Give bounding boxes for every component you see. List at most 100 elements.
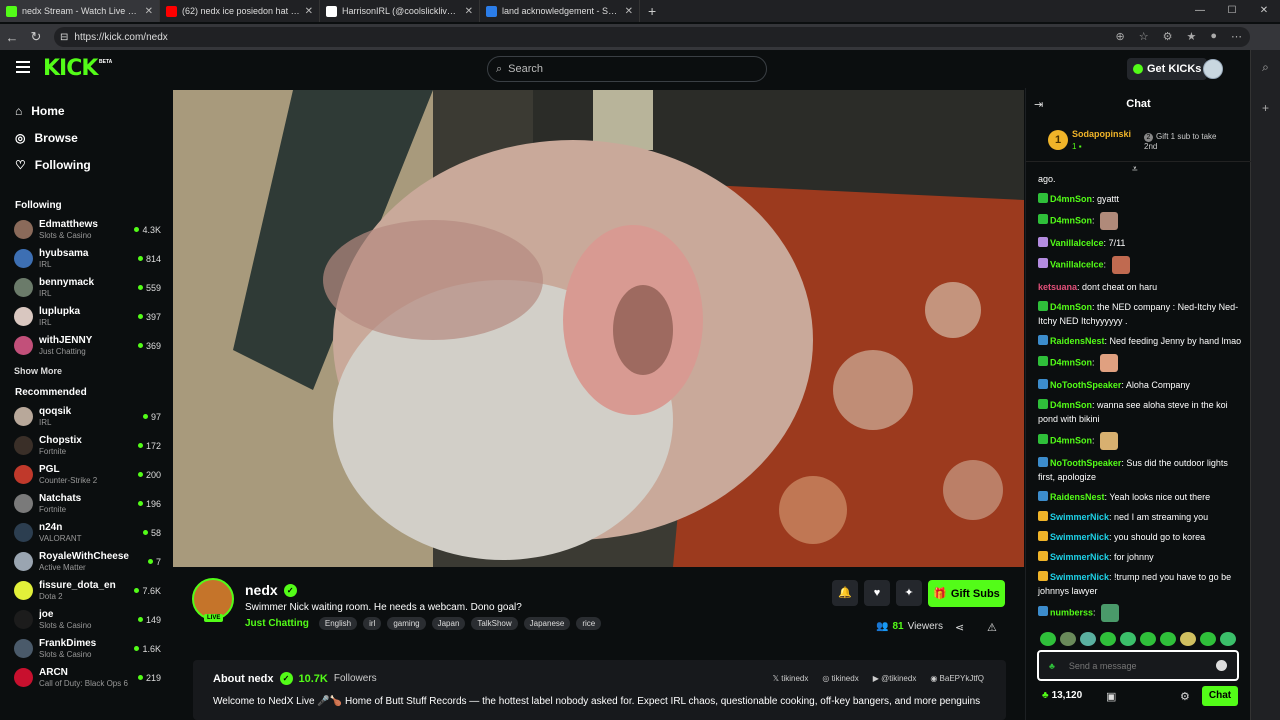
chat-username[interactable]: SwimmerNick <box>1050 532 1109 542</box>
get-kicks-button[interactable]: Get KICKs <box>1127 58 1208 80</box>
kick-logo[interactable]: KICK <box>43 56 98 81</box>
chat-username[interactable]: D4mnSon <box>1050 302 1092 312</box>
chat-username[interactable]: D4mnSon <box>1050 357 1092 367</box>
x-link[interactable]: 𝕏 tikinedx <box>773 674 809 683</box>
sidebar-channel-withjenny[interactable]: withJENNY Just Chatting 369 <box>0 331 172 360</box>
extensions-icon[interactable]: ⚙ <box>1163 30 1173 43</box>
emote-shortcut-icon[interactable] <box>1200 632 1216 646</box>
sidebar-channel-natchats[interactable]: Natchats Fortnite 196 <box>0 489 172 518</box>
close-window-button[interactable]: ✕ <box>1248 0 1280 22</box>
sidebar-channel-edmatthews[interactable]: Edmatthews Slots & Casino 4.3K <box>0 215 172 244</box>
tag-chip[interactable]: TalkShow <box>471 617 518 630</box>
browser-tab[interactable]: land acknowledgement - Search ✕ <box>480 0 640 22</box>
sidebar-channel-n24n[interactable]: n24n VALORANT 58 <box>0 518 172 547</box>
favorites-icon[interactable]: ★ <box>1186 30 1196 43</box>
send-chat-button[interactable]: Chat <box>1202 686 1238 706</box>
read-aloud-icon[interactable]: ⊕ <box>1116 30 1125 43</box>
back-icon[interactable]: ← <box>0 30 24 45</box>
emote-shortcut-icon[interactable] <box>1040 632 1056 646</box>
chat-username[interactable]: D4mnSon <box>1050 400 1092 410</box>
site-info-icon[interactable]: ⊟ <box>60 32 68 43</box>
chat-username[interactable]: ketsuana <box>1038 282 1077 292</box>
chat-username[interactable]: SwimmerNick <box>1050 572 1109 582</box>
share-icon[interactable]: ⋖ <box>955 621 964 634</box>
address-bar[interactable]: ⊟ https://kick.com/nedx ⊕ ☆ ⚙ ★ ● ⋯ <box>54 27 1250 47</box>
user-avatar[interactable] <box>1203 59 1223 79</box>
chat-username[interactable]: D4mnSon <box>1050 194 1092 204</box>
sidebar-channel-fissure_dota_en[interactable]: fissure_dota_en Dota 2 7.6K <box>0 576 172 605</box>
emote-shortcut-icon[interactable] <box>1140 632 1156 646</box>
emote-shortcut-icon[interactable] <box>1120 632 1136 646</box>
sidebar-channel-joe[interactable]: joe Slots & Casino 149 <box>0 605 172 634</box>
new-tab-button[interactable]: + <box>640 3 664 19</box>
sidebar-channel-bennymack[interactable]: bennymack IRL 559 <box>0 273 172 302</box>
chat-settings-icon[interactable]: ⚙ <box>1180 690 1190 703</box>
sidebar-channel-qoqsik[interactable]: qoqsik IRL 97 <box>0 402 172 431</box>
tag-chip[interactable]: rice <box>576 617 602 630</box>
chat-input[interactable]: ♣ Send a message <box>1037 650 1239 681</box>
maximize-button[interactable]: ☐ <box>1216 0 1248 22</box>
chat-username[interactable]: VanillaIceIce <box>1050 238 1104 248</box>
chat-username[interactable]: SwimmerNick <box>1050 512 1109 522</box>
sidebar-channel-pgl[interactable]: PGL Counter-Strike 2 200 <box>0 460 172 489</box>
tag-chip[interactable]: Japanese <box>523 617 571 630</box>
emote-shortcut-icon[interactable] <box>1220 632 1236 646</box>
add-icon[interactable]: + <box>1251 101 1280 115</box>
emote-shortcut-icon[interactable] <box>1080 632 1096 646</box>
chat-username[interactable]: RaidensNest <box>1050 336 1105 346</box>
emote-shortcut-icon[interactable] <box>1060 632 1076 646</box>
boost-button[interactable]: ✦ <box>896 580 922 606</box>
chat-username[interactable]: NoToothSpeaker <box>1050 458 1121 468</box>
sidebar-channel-chopstix[interactable]: Chopstix Fortnite 172 <box>0 431 172 460</box>
tab-close-icon[interactable]: ✕ <box>465 6 473 17</box>
search-input[interactable]: ⌕ Search <box>487 56 767 82</box>
profile-icon[interactable]: ● <box>1210 30 1217 43</box>
nav-following[interactable]: ♡ Following <box>0 151 172 178</box>
emote-shortcut-icon[interactable] <box>1100 632 1116 646</box>
chat-username[interactable]: D4mnSon <box>1050 215 1092 225</box>
tab-close-icon[interactable]: ✕ <box>305 6 313 17</box>
reload-icon[interactable]: ↻ <box>24 29 48 45</box>
search-icon[interactable]: ⌕ <box>1251 60 1280 75</box>
chat-username[interactable]: D4mnSon <box>1050 435 1092 445</box>
browser-tab[interactable]: HarrisonIRL (@coolslicklive) / X ✕ <box>320 0 480 22</box>
tag-chip[interactable]: Japan <box>431 617 466 630</box>
tab-close-icon[interactable]: ✕ <box>145 6 153 17</box>
sidebar-channel-luplupka[interactable]: luplupka IRL 397 <box>0 302 172 331</box>
tag-chip[interactable]: gaming <box>387 617 426 630</box>
minimize-button[interactable]: — <box>1184 0 1216 22</box>
emote-shortcut-icon[interactable] <box>1160 632 1176 646</box>
favorite-star-icon[interactable]: ☆ <box>1139 30 1149 43</box>
tab-close-icon[interactable]: ✕ <box>625 6 633 17</box>
tag-chip[interactable]: irl <box>363 617 382 630</box>
instagram-link[interactable]: ◎ tikinedx <box>822 674 858 683</box>
sidebar-channel-arcn[interactable]: ARCN Call of Duty: Black Ops 6 219 <box>0 663 172 692</box>
store-icon[interactable]: ▣ <box>1106 690 1116 703</box>
hamburger-menu-icon[interactable] <box>16 61 30 75</box>
chat-username[interactable]: NoToothSpeaker <box>1050 380 1121 390</box>
chat-username[interactable]: SwimmerNick <box>1050 552 1109 562</box>
nav-browse[interactable]: ◎ Browse <box>0 124 172 151</box>
video-player[interactable] <box>173 90 1024 567</box>
category-link[interactable]: Just Chatting <box>245 618 309 629</box>
browser-tab[interactable]: nedx Stream - Watch Live on Kick ✕ <box>0 0 160 22</box>
notification-bell-button[interactable]: 🔔 <box>832 580 858 606</box>
streamer-name[interactable]: nedx ✓ <box>245 582 297 598</box>
sidebar-channel-frankdimes[interactable]: FrankDimes Slots & Casino 1.6K <box>0 634 172 663</box>
browser-tab[interactable]: (62) nedx ice posiedon hat - YouTube ✕ <box>160 0 320 22</box>
sidebar-channel-hyubsama[interactable]: hyubsama IRL 814 <box>0 244 172 273</box>
report-icon[interactable]: ⚠ <box>987 621 997 634</box>
discord-link[interactable]: ◉ BaEPYkJtfQ <box>930 674 984 683</box>
tag-chip[interactable]: English <box>318 617 358 630</box>
show-more-button[interactable]: Show More <box>0 360 172 382</box>
chat-username[interactable]: VanillaIceIce <box>1050 259 1104 269</box>
chat-username[interactable]: numberss <box>1050 607 1093 617</box>
gift-subs-button[interactable]: 🎁 Gift Subs <box>928 580 1005 607</box>
nav-home[interactable]: ⌂ Home <box>0 97 172 124</box>
chat-username[interactable]: RaidensNest <box>1050 492 1105 502</box>
follow-button[interactable]: ♥ <box>864 580 890 606</box>
emote-shortcut-icon[interactable] <box>1180 632 1196 646</box>
channel-points[interactable]: ♣ 13,120 <box>1042 690 1082 701</box>
sidebar-channel-royalewithcheese[interactable]: RoyaleWithCheese Active Matter 7 <box>0 547 172 576</box>
pinned-user[interactable]: Sodapopinski <box>1072 129 1131 139</box>
